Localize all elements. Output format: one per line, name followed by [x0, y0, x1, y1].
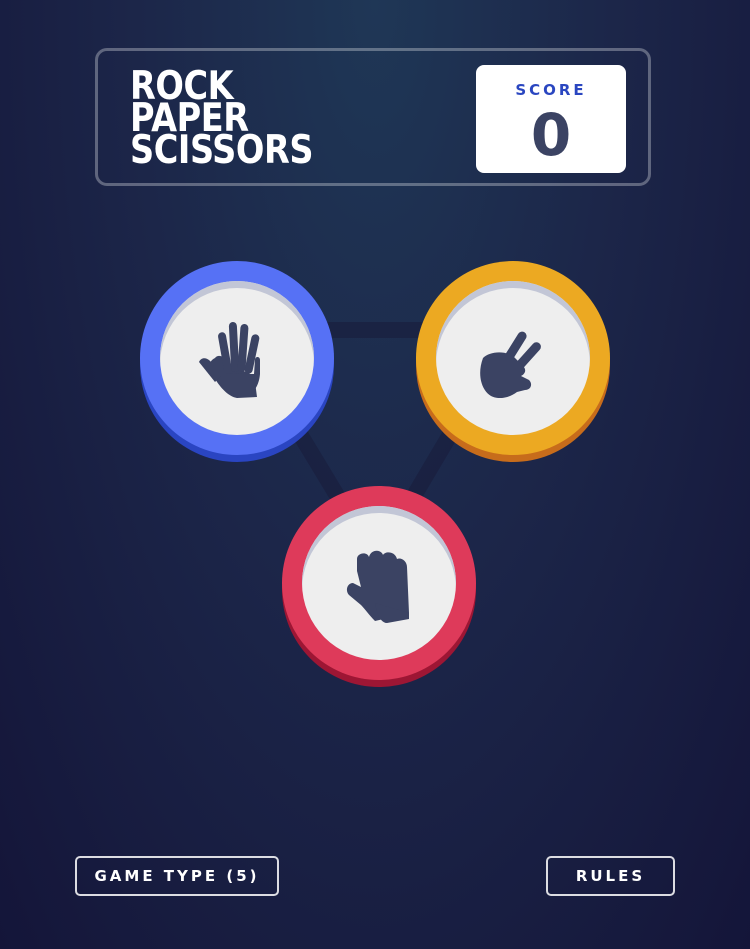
scissors-token-button[interactable]: [416, 261, 610, 455]
paper-token-face: [160, 281, 314, 435]
game-board: [0, 0, 750, 949]
triangle-background: [229, 322, 520, 568]
rock-token-face: [302, 506, 456, 660]
rock-fist-icon: [346, 550, 409, 623]
rules-button[interactable]: RULES: [546, 856, 675, 896]
scissors-token-face: [436, 281, 590, 435]
paper-hand-icon: [199, 322, 260, 398]
scissors-hand-icon: [480, 331, 541, 398]
rock-token-button[interactable]: [282, 486, 476, 680]
game-type-button[interactable]: GAME TYPE (5): [75, 856, 279, 896]
paper-token-button[interactable]: [140, 261, 334, 455]
